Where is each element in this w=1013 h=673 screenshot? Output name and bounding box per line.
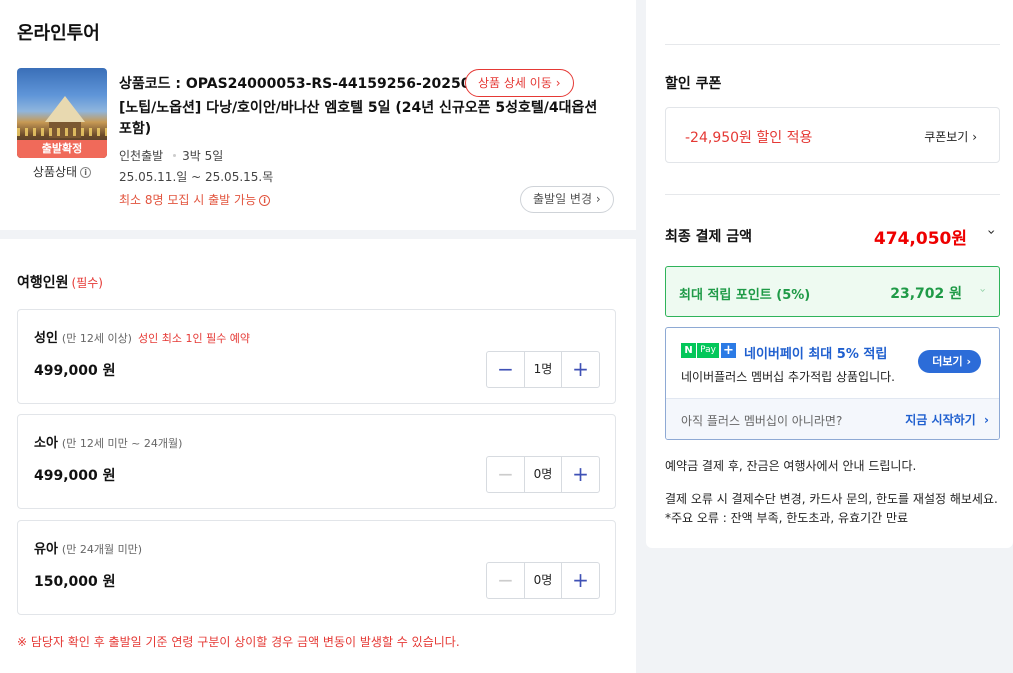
coupon-title: 할인 쿠폰 [665, 76, 722, 92]
final-amount-label: 최종 결제 금액 [665, 229, 753, 245]
infant-price: 150,000 원 [34, 574, 116, 590]
required-mark: (필수) [71, 276, 103, 290]
chevron-right-icon: › [555, 76, 561, 90]
trip-dates: 25.05.11.일 ~ 25.05.15.목 [119, 170, 274, 184]
min-participants-note: 최소 8명 모집 시 출발 가능 i [119, 191, 271, 208]
plus-icon[interactable]: + [562, 457, 599, 492]
child-price: 499,000 원 [34, 468, 116, 484]
chevron-right-icon: › [984, 413, 989, 427]
minus-icon[interactable]: − [487, 457, 524, 492]
plus-icon[interactable]: + [562, 352, 599, 387]
pax-row-adult: 성인 (만 12세 이상) 성인 최소 1인 필수 예약 499,000 원 − 1… [17, 309, 616, 404]
info-icon[interactable]: i [259, 195, 271, 206]
chevron-down-icon: › [976, 288, 990, 293]
info-icon[interactable]: i [80, 167, 92, 178]
product-card: 온라인투어 출발확정 상품상태 i 상품코드 : OPAS24000053-RS-… [0, 0, 636, 230]
infant-count: 0명 [524, 563, 562, 598]
product-code: 상품코드 : OPAS24000053-RS-44159256-20250511 [119, 76, 500, 92]
trip-duration: 3박 5일 [182, 149, 224, 163]
child-count: 0명 [524, 457, 562, 492]
payment-panel: 할인 쿠폰 -24,950원 할인 적용 쿠폰보기 › 최종 결제 금액 474… [646, 0, 1013, 548]
coupon-discount: -24,950원 할인 적용 [685, 130, 813, 146]
divider [665, 194, 1000, 195]
payment-note: 예약금 결제 후, 잔금은 여행사에서 안내 드립니다. [665, 459, 917, 473]
adult-price: 499,000 원 [34, 363, 116, 379]
pax-row-child: 소아 (만 12세 미만 ~ 24개월) 499,000 원 − 0명 + [17, 414, 616, 509]
chevron-right-icon: › [595, 192, 601, 206]
pax-row-infant: 유아 (만 24개월 미만) 150,000 원 − 0명 + [17, 520, 616, 615]
left-panel: 온라인투어 출발확정 상품상태 i 상품코드 : OPAS24000053-RS-… [0, 0, 636, 673]
product-meta: 인천출발 3박 5일 [119, 147, 223, 164]
product-status-label: 상품상태 [32, 165, 78, 179]
chevron-right-icon: › [972, 130, 977, 144]
plus-icon[interactable]: + [562, 563, 599, 598]
departure-confirmed-badge: 출발확정 [17, 140, 107, 158]
points-value: 23,702 원 [890, 286, 962, 302]
product-detail-button[interactable]: 상품 상세 이동 › [465, 69, 574, 97]
age-notice: ※ 담당자 확인 후 출발일 기준 연령 구분이 상이할 경우 금액 변동이 발… [17, 635, 460, 649]
naverpay-logo: N Pay + [681, 343, 736, 358]
minus-icon[interactable]: − [487, 352, 524, 387]
start-membership-link[interactable]: 지금 시작하기 › [905, 411, 989, 428]
final-amount: 474,050원 [873, 229, 967, 249]
coupon-view-button[interactable]: 쿠폰보기 › [924, 128, 977, 145]
membership-question: 아직 플러스 멤버십이 아니라면? [681, 414, 843, 428]
divider [665, 44, 1000, 45]
change-date-button[interactable]: 출발일 변경 › [520, 186, 614, 213]
naverpay-more-button[interactable]: 더보기 › [918, 350, 981, 373]
product-name: [노팁/노옵션] 다낭/호이안/바나산 엠호텔 5일 (24년 신규오픈 5성호… [119, 100, 598, 137]
naverpay-description: 네이버플러스 멤버십 추가적립 상품입니다. [681, 370, 895, 384]
adult-quantity-stepper: − 1명 + [486, 351, 600, 388]
adult-count: 1명 [524, 352, 562, 387]
product-status[interactable]: 상품상태 i [17, 163, 107, 180]
chevron-right-icon: › [966, 355, 971, 368]
travelers-title: 여행인원 (필수) [17, 275, 103, 291]
page-title: 온라인투어 [17, 23, 100, 44]
naverpay-membership-row: 아직 플러스 멤버십이 아니라면? 지금 시작하기 › [666, 398, 999, 439]
naverpay-title: 네이버페이 최대 5% 적립 [744, 347, 888, 362]
points-label: 최대 적립 포인트 (5%) [679, 288, 811, 303]
infant-quantity-stepper: − 0명 + [486, 562, 600, 599]
points-box[interactable]: 최대 적립 포인트 (5%) 23,702 원 › [665, 266, 1000, 317]
naverpay-box: N Pay + 네이버페이 최대 5% 적립 네이버플러스 멤버십 추가적립 상… [665, 327, 1000, 440]
payment-error-detail: *주요 오류 : 잔액 부족, 한도초과, 유효기간 만료 [665, 511, 909, 525]
payment-error-note: 결제 오류 시 결제수단 변경, 카드사 문의, 한도를 재설정 해보세요. [665, 492, 998, 506]
minus-icon[interactable]: − [487, 563, 524, 598]
departure-city: 인천출발 [119, 149, 164, 163]
child-quantity-stepper: − 0명 + [486, 456, 600, 493]
chevron-down-icon[interactable]: › [983, 229, 999, 235]
coupon-box: -24,950원 할인 적용 쿠폰보기 › [665, 107, 1000, 163]
adult-required-warning: 성인 최소 1인 필수 예약 [137, 332, 251, 345]
